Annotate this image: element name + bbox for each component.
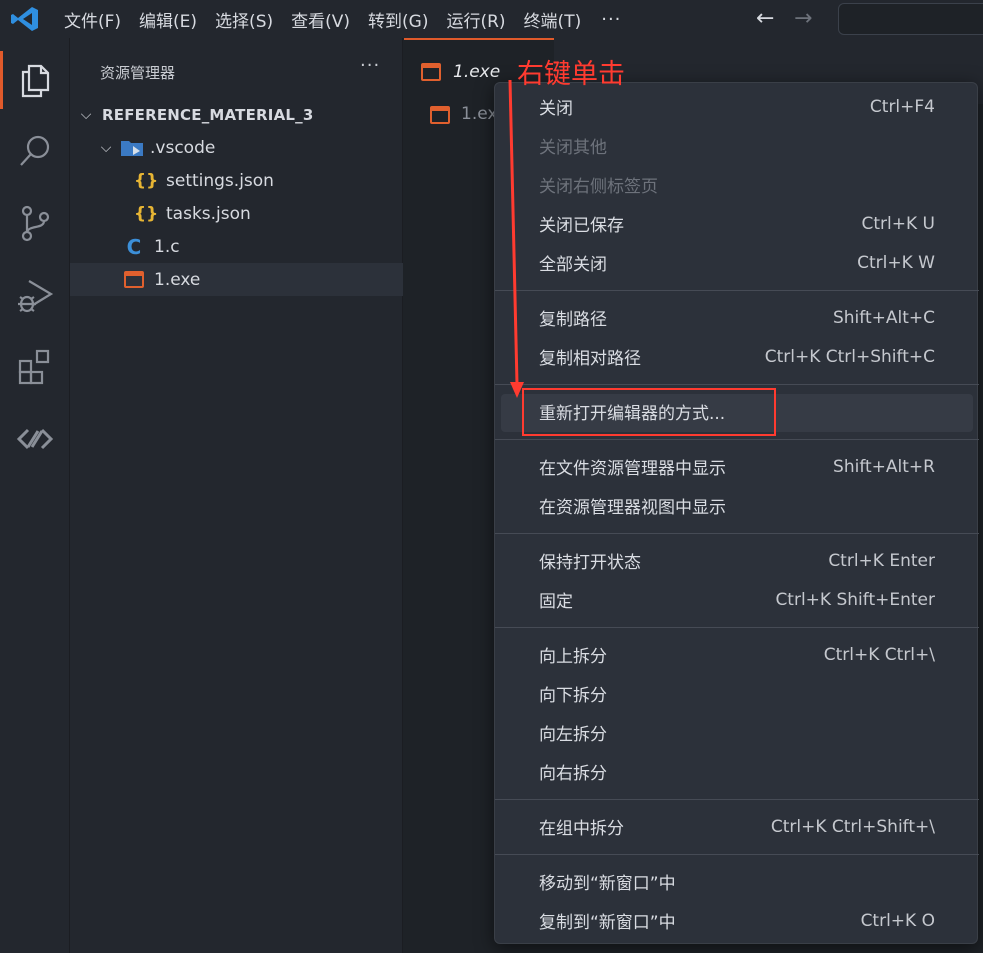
menu-separator — [495, 439, 979, 440]
tree-file-1c[interactable]: C 1.c — [70, 230, 403, 263]
exe-file-icon — [430, 106, 450, 124]
menu-item-close-saved[interactable]: 关闭已保存 Ctrl+K U — [495, 204, 979, 243]
menu-item-keep-open[interactable]: 保持打开状态 Ctrl+K Enter — [495, 541, 979, 580]
tree-item-label: tasks.json — [166, 203, 251, 224]
run-debug-icon — [18, 280, 54, 313]
tree-item-label: .vscode — [150, 137, 216, 158]
tree-file-settings-json[interactable]: {} settings.json — [70, 164, 403, 197]
c-language-icon: C — [126, 234, 142, 259]
menu-item-copy-to-new-window[interactable]: 复制到“新窗口”中 Ctrl+K O — [495, 901, 979, 940]
menu-item-reveal-in-file-explorer[interactable]: 在文件资源管理器中显示 Shift+Alt+R — [495, 447, 979, 486]
sidebar-more-actions-icon[interactable]: ··· — [360, 55, 380, 76]
json-icon: {} — [134, 203, 159, 224]
sidebar-title: 资源管理器 — [100, 64, 176, 82]
exe-file-icon — [421, 63, 441, 81]
menu-item-copy-relative-path[interactable]: 复制相对路径 Ctrl+K Ctrl+Shift+C — [495, 337, 979, 376]
tree-item-label: settings.json — [166, 170, 274, 191]
chevron-down-icon: ⌵ — [80, 106, 92, 123]
menu-item-copy-path[interactable]: 复制路径 Shift+Alt+C — [495, 298, 979, 337]
menu-more-icon[interactable]: ··· — [587, 9, 627, 30]
menu-item-split-down[interactable]: 向下拆分 — [495, 674, 979, 713]
menu-item-close-all[interactable]: 全部关闭 Ctrl+K W — [495, 243, 979, 282]
remote-activity[interactable] — [0, 404, 70, 474]
tab-label: 1.exe — [453, 62, 501, 82]
chevron-down-icon: ⌵ — [100, 139, 112, 156]
tree-item-label: 1.c — [154, 236, 180, 257]
remote-explorer-icon — [16, 428, 54, 450]
menu-separator — [495, 533, 979, 534]
search-icon — [20, 135, 50, 166]
menu-item-move-to-new-window[interactable]: 移动到“新窗口”中 — [495, 862, 979, 901]
forward-arrow-icon[interactable]: → — [794, 6, 812, 31]
explorer-sidebar: 资源管理器 ··· ⌵ REFERENCE_MATERIAL_3 ⌵ .vsco… — [70, 38, 403, 953]
menu-separator — [495, 854, 979, 855]
root-folder-label: REFERENCE_MATERIAL_3 — [102, 105, 314, 124]
menu-view[interactable]: 查看(V) — [285, 7, 356, 32]
search-activity[interactable] — [0, 116, 70, 186]
breadcrumb[interactable]: 1.ex — [461, 104, 497, 124]
source-control-activity[interactable] — [0, 188, 70, 258]
json-icon: {} — [134, 170, 159, 191]
exe-file-icon — [122, 270, 146, 290]
vscode-logo-icon[interactable] — [10, 6, 40, 32]
tree-file-tasks-json[interactable]: {} tasks.json — [70, 197, 403, 230]
menu-separator — [495, 799, 979, 800]
activity-bar — [0, 38, 70, 953]
menu-run[interactable]: 运行(R) — [440, 7, 511, 32]
menu-selection[interactable]: 选择(S) — [209, 7, 279, 32]
menu-separator — [495, 290, 979, 291]
files-icon — [21, 64, 50, 98]
source-control-icon — [21, 205, 50, 242]
menu-item-split-in-group[interactable]: 在组中拆分 Ctrl+K Ctrl+Shift+\ — [495, 807, 979, 846]
tree-folder-vscode[interactable]: ⌵ .vscode — [70, 131, 403, 164]
menu-item-split-up[interactable]: 向上拆分 Ctrl+K Ctrl+\ — [495, 635, 979, 674]
menu-item-close-others[interactable]: 关闭其他 — [495, 126, 979, 165]
menu-terminal[interactable]: 终端(T) — [518, 7, 588, 32]
explorer-activity[interactable] — [0, 43, 70, 113]
menu-item-split-right[interactable]: 向右拆分 — [495, 752, 979, 791]
vscode-folder-icon — [121, 140, 143, 156]
menu-separator — [495, 627, 979, 628]
extensions-activity[interactable] — [0, 332, 70, 402]
menu-item-split-left[interactable]: 向左拆分 — [495, 713, 979, 752]
tree-root-folder[interactable]: ⌵ REFERENCE_MATERIAL_3 — [70, 98, 403, 131]
title-bar: 文件(F) 编辑(E) 选择(S) 查看(V) 转到(G) 运行(R) 终端(T… — [0, 0, 983, 38]
command-center-search[interactable] — [838, 3, 983, 35]
menu-edit[interactable]: 编辑(E) — [133, 7, 203, 32]
tree-file-1exe[interactable]: 1.exe — [70, 263, 403, 296]
run-debug-activity[interactable] — [0, 260, 70, 330]
menu-file[interactable]: 文件(F) — [58, 7, 127, 32]
menu-item-pin[interactable]: 固定 Ctrl+K Shift+Enter — [495, 580, 979, 619]
menu-item-close-right[interactable]: 关闭右侧标签页 — [495, 165, 979, 204]
back-arrow-icon[interactable]: ← — [756, 6, 774, 31]
menu-separator — [495, 384, 979, 385]
context-menu: 关闭 Ctrl+F4 关闭其他 关闭右侧标签页 关闭已保存 Ctrl+K U 全部关… — [494, 82, 979, 944]
menu-item-close[interactable]: 关闭 Ctrl+F4 — [495, 87, 979, 126]
menu-bar: 文件(F) 编辑(E) 选择(S) 查看(V) 转到(G) 运行(R) 终端(T… — [50, 0, 627, 38]
extensions-icon — [18, 349, 50, 385]
tree-item-label: 1.exe — [154, 269, 201, 290]
menu-item-reveal-in-explorer-view[interactable]: 在资源管理器视图中显示 — [495, 486, 979, 525]
annotation-label: 右键单击 — [517, 59, 625, 90]
menu-go[interactable]: 转到(G) — [362, 7, 434, 32]
